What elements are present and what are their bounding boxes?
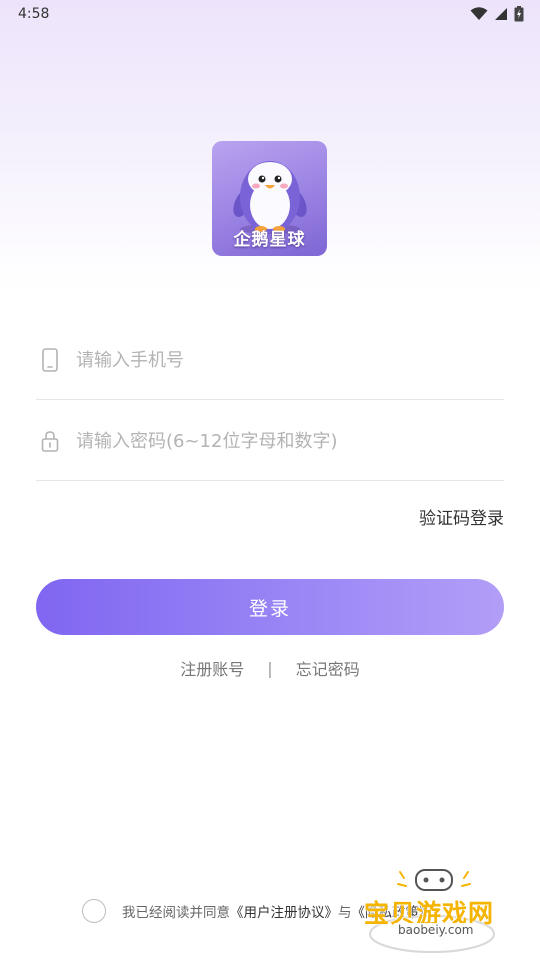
agreement-conjunction: 与	[338, 905, 352, 921]
password-field	[36, 401, 504, 481]
wifi-icon	[470, 7, 488, 20]
phone-field	[36, 320, 504, 400]
forgot-password-link[interactable]: 忘记密码	[296, 656, 360, 680]
site-watermark: 宝贝游戏网 baobeiy.com	[360, 868, 510, 954]
sms-code-login-link[interactable]: 验证码登录	[419, 504, 504, 529]
status-bar: 4:58	[0, 0, 540, 30]
logo-text: 企鹅星球	[233, 230, 306, 250]
register-link[interactable]: 注册账号	[180, 656, 244, 680]
phone-input[interactable]	[76, 342, 496, 378]
link-separator: |	[267, 658, 273, 678]
app-logo: 企鹅星球	[212, 141, 327, 256]
status-icons	[470, 6, 524, 22]
account-links: 注册账号 | 忘记密码	[0, 656, 540, 680]
cellular-signal-icon	[495, 8, 507, 20]
watermark-url: baobeiy.com	[394, 923, 478, 937]
battery-charging-icon	[514, 6, 524, 22]
phone-icon	[42, 348, 58, 372]
status-time: 4:58	[18, 6, 50, 22]
agreement-prefix: 我已经阅读并同意	[122, 905, 230, 921]
user-agreement-link[interactable]: 《用户注册协议》	[230, 901, 338, 921]
login-button[interactable]: 登录	[36, 579, 504, 635]
agreement-checkbox[interactable]	[82, 899, 106, 923]
password-input[interactable]	[76, 423, 496, 459]
lock-icon	[41, 431, 59, 452]
